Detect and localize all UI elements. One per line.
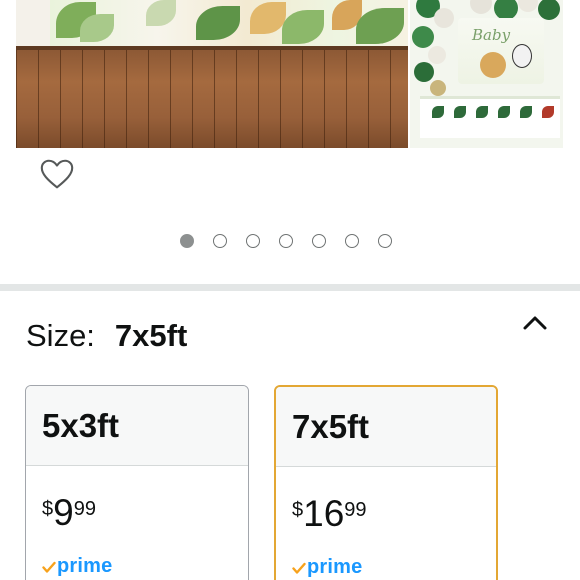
prime-badge: prime xyxy=(276,532,496,579)
carousel-dot[interactable] xyxy=(180,234,194,248)
add-to-wishlist-button[interactable] xyxy=(36,154,78,196)
price-symbol: $ xyxy=(42,498,54,520)
photo-backdrop-banner xyxy=(50,0,408,46)
carousel-dot[interactable] xyxy=(246,234,260,248)
product-main-image[interactable] xyxy=(16,0,408,148)
size-option-price: $ 16 99 xyxy=(276,467,496,532)
prime-check-icon xyxy=(292,562,306,574)
photo-floor-edge xyxy=(16,46,408,50)
product-page: Baby Size: 7x5ft 5x3ft $ 9 99 prime 7x5f… xyxy=(0,0,580,580)
price-whole: 16 xyxy=(303,493,345,534)
carousel-dot[interactable] xyxy=(378,234,392,248)
size-label: Size: xyxy=(26,318,95,353)
size-selector-heading: Size: 7x5ft xyxy=(26,318,187,354)
side-photo-sign-text: Baby xyxy=(472,26,511,44)
size-option-name: 5x3ft xyxy=(26,386,248,466)
price-whole: 9 xyxy=(53,492,74,533)
carousel-pagination xyxy=(180,234,392,248)
section-divider xyxy=(0,284,580,291)
selected-size-value: 7x5ft xyxy=(114,318,188,353)
heart-icon xyxy=(40,159,74,189)
size-option-7x5ft[interactable]: 7x5ft $ 16 99 prime xyxy=(274,385,498,580)
carousel-dot[interactable] xyxy=(312,234,326,248)
photo-wood-floor xyxy=(16,46,408,148)
chevron-up-icon[interactable] xyxy=(520,308,550,338)
prime-label: prime xyxy=(57,555,113,577)
carousel-dot[interactable] xyxy=(279,234,293,248)
prime-check-icon xyxy=(42,561,56,573)
carousel-dot[interactable] xyxy=(345,234,359,248)
price-symbol: $ xyxy=(292,499,304,521)
product-side-image[interactable]: Baby xyxy=(410,0,563,148)
size-option-price: $ 9 99 xyxy=(26,466,248,531)
price-fraction: 99 xyxy=(344,499,367,521)
price-fraction: 99 xyxy=(73,498,96,520)
size-option-5x3ft[interactable]: 5x3ft $ 9 99 prime xyxy=(25,385,249,580)
image-carousel[interactable]: Baby xyxy=(0,0,580,270)
prime-badge: prime xyxy=(26,531,248,578)
carousel-dot[interactable] xyxy=(213,234,227,248)
prime-label: prime xyxy=(307,556,363,578)
size-option-name: 7x5ft xyxy=(276,387,496,467)
